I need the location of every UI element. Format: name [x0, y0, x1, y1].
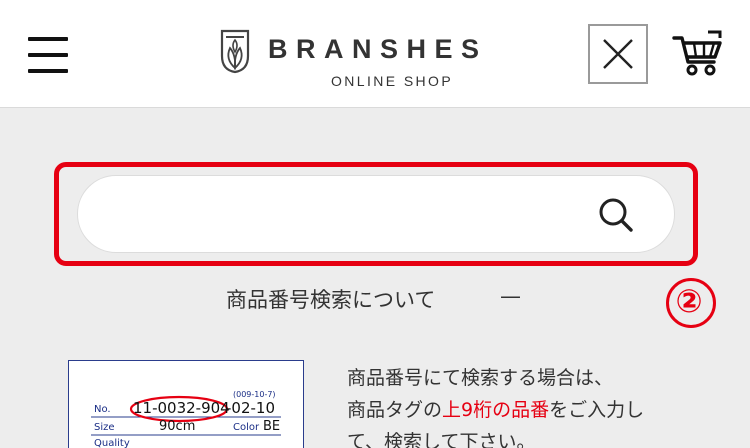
close-button[interactable]	[588, 24, 648, 84]
site-header: BRANSHES ONLINE SHOP	[0, 0, 750, 108]
step-number: ②	[675, 282, 703, 320]
tag-date: (009-10-7)	[233, 390, 276, 399]
hamburger-line	[28, 53, 68, 57]
cart-button[interactable]	[672, 30, 724, 78]
search-instructions: 商品番号にて検索する場合は、 商品タグの上9桁の品番をご入力し て、検索して下さ…	[347, 362, 727, 448]
instruction-text: をご入力し	[549, 399, 645, 421]
step-number-badge: ②	[664, 278, 716, 328]
tag-product-number: 11-0032-904	[133, 399, 230, 417]
close-icon	[603, 39, 633, 69]
about-search-link[interactable]: 商品番号検索について	[226, 284, 435, 314]
instruction-line: 商品タグの上9桁の品番をご入力し	[347, 394, 727, 426]
tag-color-value: BE	[263, 419, 281, 434]
leaf-logo-icon	[220, 29, 250, 74]
tag-size-value: 90cm	[159, 419, 196, 434]
tag-color-label: Color	[233, 422, 260, 433]
brand-subtitle: ONLINE SHOP	[331, 73, 454, 89]
cart-icon	[672, 30, 722, 76]
hamburger-line	[28, 37, 68, 41]
search-input[interactable]	[108, 194, 588, 234]
tag-size-label: Size	[94, 422, 115, 433]
search-button[interactable]	[596, 195, 636, 235]
tag-no-label: No.	[94, 404, 111, 415]
brand-name: BRANSHES	[268, 34, 488, 64]
instruction-text: 商品タグの	[347, 399, 443, 421]
search-box	[77, 175, 675, 253]
brand-logo[interactable]: BRANSHES ONLINE SHOP	[220, 28, 540, 92]
tag-quality-label: Quality	[94, 438, 130, 448]
search-icon	[599, 198, 633, 232]
instruction-line: て、検索して下さい。	[347, 431, 536, 448]
instruction-highlight: 上9桁の品番	[442, 399, 550, 421]
instruction-line: 商品番号にて検索する場合は、	[347, 367, 614, 389]
hamburger-menu-icon[interactable]	[28, 36, 70, 74]
product-tag-sample: (009-10-7) No. 11-0032-904 -02-10 Size 9…	[68, 360, 304, 448]
collapse-toggle[interactable]: —	[500, 284, 521, 308]
tag-number-suffix: -02-10	[226, 399, 275, 417]
hamburger-line	[28, 69, 68, 73]
